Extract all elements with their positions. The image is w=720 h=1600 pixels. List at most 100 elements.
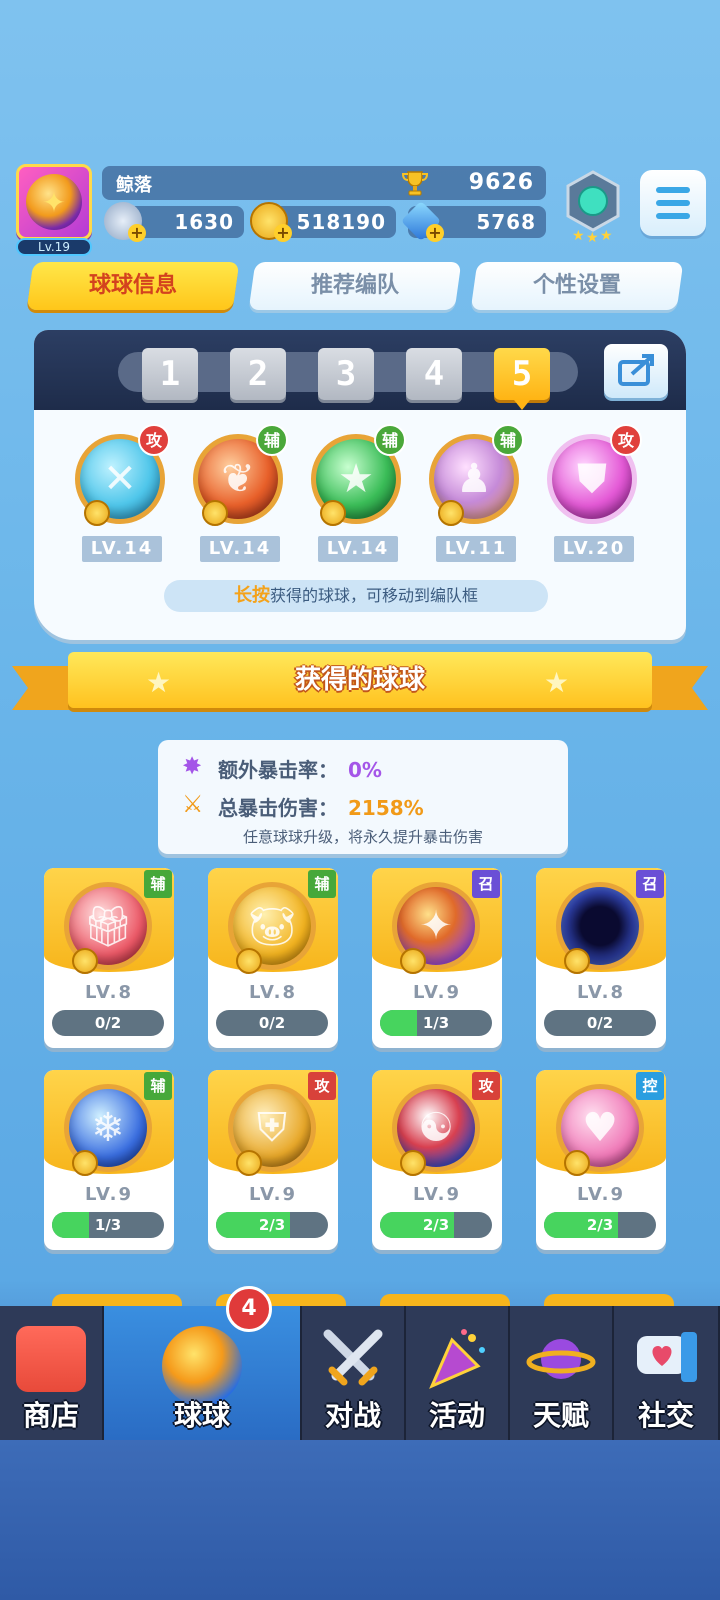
ball-card[interactable]: ☯ 攻 LV.9 2/3 <box>372 1070 502 1250</box>
ball-level: LV.14 <box>318 536 398 562</box>
star-icon: ★ <box>146 666 172 699</box>
tab-recommended-team[interactable]: 推荐编队 <box>248 262 462 310</box>
upgrade-progress: 2/3 <box>216 1212 328 1238</box>
coin-icon <box>438 500 464 526</box>
shop-icon <box>16 1326 86 1392</box>
notification-badge: 4 <box>226 1286 272 1332</box>
coin-icon <box>236 1150 262 1176</box>
team-slot-2[interactable]: 2 <box>230 348 286 400</box>
attack-tag: 攻 <box>308 1072 336 1100</box>
nav-talent[interactable]: 天赋 <box>510 1306 614 1440</box>
team-slot-4[interactable]: 4 <box>406 348 462 400</box>
coin-icon <box>84 500 110 526</box>
team-ball-5[interactable]: ⛊ 攻 LV.20 <box>542 424 642 568</box>
ball-level: LV.14 <box>200 536 280 562</box>
coin-icon <box>236 948 262 974</box>
gold-resource[interactable]: + 518190 <box>250 202 396 242</box>
stamina-resource[interactable]: + 1630 <box>104 202 244 242</box>
coin-icon <box>72 948 98 974</box>
team-ball-4[interactable]: ♟ 辅 LV.11 <box>424 424 524 568</box>
upgrade-progress: 0/2 <box>52 1010 164 1036</box>
team-panel: 1 2 3 4 5 ✕ 攻 LV.14 ❦ 辅 LV.14 ★ 辅 LV.14 … <box>34 330 686 640</box>
star-icon: ★ <box>544 666 570 699</box>
ball-level: LV.8 <box>85 982 133 1003</box>
team-slot-3[interactable]: 3 <box>318 348 374 400</box>
ball-level: LV.9 <box>577 1184 625 1205</box>
add-stamina-icon[interactable]: + <box>128 224 146 242</box>
phoenix-icon: ✦ <box>26 174 82 230</box>
upgrade-progress: 0/2 <box>544 1010 656 1036</box>
bottom-background <box>0 1440 720 1600</box>
team-ball-1[interactable]: ✕ 攻 LV.14 <box>70 424 170 568</box>
coin-icon <box>564 948 590 974</box>
rank-emblem-icon[interactable]: ★ ★ ★ <box>558 168 628 244</box>
ball-level: LV.9 <box>85 1184 133 1205</box>
add-gold-icon[interactable]: + <box>274 224 292 242</box>
nav-balls[interactable]: 4 球球 <box>104 1286 302 1440</box>
ball-card[interactable]: ⛨ 攻 LV.9 2/3 <box>208 1070 338 1250</box>
tab-personal-settings[interactable]: 个性设置 <box>470 262 684 310</box>
support-tag: 辅 <box>144 870 172 898</box>
tab-ball-info[interactable]: 球球信息 <box>26 262 240 310</box>
attack-tag: 攻 <box>610 424 642 456</box>
gem-resource[interactable]: + 5768 <box>400 200 546 242</box>
support-tag: 辅 <box>308 870 336 898</box>
coin-icon <box>320 500 346 526</box>
upgrade-progress: 0/2 <box>216 1010 328 1036</box>
team-ball-3[interactable]: ★ 辅 LV.14 <box>306 424 406 568</box>
ball-level: LV.8 <box>249 982 297 1003</box>
coin-icon <box>72 1150 98 1176</box>
team-slot-1[interactable]: 1 <box>142 348 198 400</box>
upgrade-progress: 1/3 <box>380 1010 492 1036</box>
player-header: ✦ Lv.19 鲸落 9626 + 1630 + 518190 + 5768 ★… <box>0 160 720 260</box>
add-gems-icon[interactable]: + <box>426 224 444 242</box>
hint-highlight: 长按 <box>233 585 270 606</box>
ball-level: LV.11 <box>436 536 516 562</box>
ball-level: LV.9 <box>249 1184 297 1205</box>
svg-text:★: ★ <box>600 228 613 244</box>
player-avatar[interactable]: ✦ <box>16 164 92 240</box>
bottom-nav: 商店 4 球球 对战 活动 天赋 社交 <box>0 1286 720 1440</box>
total-crit-value: 2158% <box>348 796 424 820</box>
team-ball-2[interactable]: ❦ 辅 LV.14 <box>188 424 288 568</box>
nav-social[interactable]: 社交 <box>614 1306 720 1440</box>
gold-value: 518190 <box>296 210 386 234</box>
svg-text:★: ★ <box>586 230 599 244</box>
nav-events[interactable]: 活动 <box>406 1306 510 1440</box>
ball-card[interactable]: ✦ 召 LV.9 1/3 <box>372 868 502 1048</box>
ball-card[interactable]: 召 LV.8 0/2 <box>536 868 666 1048</box>
trophy-count: 9626 <box>468 170 534 195</box>
ball-card[interactable]: 🎁︎ 辅 LV.8 0/2 <box>44 868 174 1048</box>
ball-level: LV.8 <box>577 982 625 1003</box>
long-press-hint: 长按获得的球球，可移动到编队框 <box>164 580 548 612</box>
party-popper-icon <box>422 1326 492 1392</box>
crit-note: 任意球球升级，将永久提升暴击伤害 <box>242 828 483 846</box>
nav-shop[interactable]: 商店 <box>0 1306 104 1440</box>
coin-icon <box>400 948 426 974</box>
gem-value: 5768 <box>476 210 536 234</box>
support-tag: 辅 <box>256 424 288 456</box>
control-tag: 控 <box>636 1072 664 1100</box>
nav-battle[interactable]: 对战 <box>302 1306 406 1440</box>
ball-level: LV.20 <box>554 536 634 562</box>
support-tag: 辅 <box>374 424 406 456</box>
extra-crit-row: ✸ 额外暴击率： 0% <box>182 752 382 782</box>
summon-tag: 召 <box>636 870 664 898</box>
crossed-swords-icon <box>318 1326 388 1392</box>
ball-card[interactable]: ❄ 辅 LV.9 1/3 <box>44 1070 174 1250</box>
share-icon <box>618 354 654 386</box>
menu-button[interactable] <box>640 170 706 236</box>
ball-card[interactable]: ♥ 控 LV.9 2/3 <box>536 1070 666 1250</box>
summon-tag: 召 <box>472 870 500 898</box>
crit-burst-icon: ✸ <box>182 752 203 780</box>
upgrade-progress: 1/3 <box>52 1212 164 1238</box>
share-button[interactable] <box>604 344 668 398</box>
tab-bar: 球球信息 推荐编队 个性设置 <box>26 262 696 314</box>
ball-card[interactable]: 🐷︎ 辅 LV.8 0/2 <box>208 868 338 1048</box>
upgrade-progress: 2/3 <box>380 1212 492 1238</box>
svg-text:★: ★ <box>572 228 585 244</box>
team-balls: ✕ 攻 LV.14 ❦ 辅 LV.14 ★ 辅 LV.14 ♟ 辅 LV.11 … <box>34 420 686 570</box>
hint-text: 获得的球球，可移动到编队框 <box>269 586 478 605</box>
attack-tag: 攻 <box>472 1072 500 1100</box>
team-slot-5[interactable]: 5 <box>494 348 550 410</box>
